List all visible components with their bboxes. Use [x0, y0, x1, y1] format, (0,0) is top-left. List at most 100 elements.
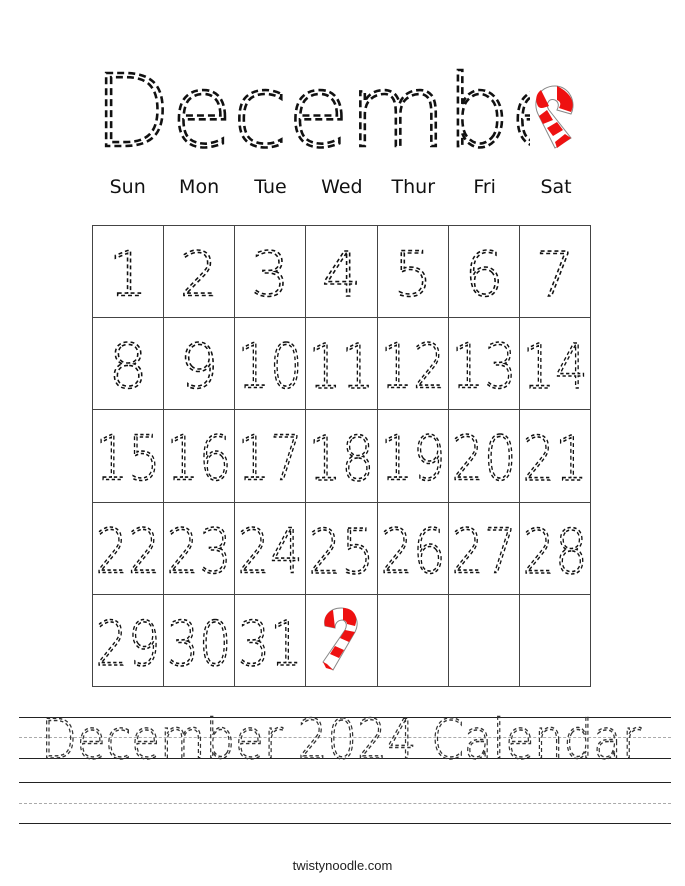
day-number-text: 23 — [166, 516, 231, 587]
calendar-day-cell: 7 — [518, 224, 592, 319]
page-title-text: December — [94, 62, 530, 162]
day-number-text: 13 — [451, 332, 516, 403]
weekday-label: Sun — [109, 176, 146, 198]
day-number: 24 — [235, 503, 305, 594]
calendar-day-cell: 13 — [447, 317, 520, 411]
day-number: 1 — [93, 226, 163, 317]
writing-line-top — [19, 782, 671, 783]
calendar-day-cell: 23 — [163, 501, 236, 595]
calendar-day-cell: 18 — [305, 409, 378, 503]
calendar-week-row: 8 9 10 11 12 13 14 — [91, 317, 592, 411]
day-number: 9 — [164, 318, 234, 409]
calendar-day-cell — [305, 593, 378, 688]
calendar-day-cell: 19 — [376, 409, 449, 503]
calendar-day-cell: 11 — [305, 317, 378, 411]
day-number: 11 — [306, 318, 377, 409]
day-number-text: 25 — [309, 516, 375, 588]
calendar-day-cell: 27 — [447, 501, 520, 595]
day-number: 30 — [164, 595, 234, 686]
day-number: 17 — [235, 410, 305, 501]
day-number: 3 — [235, 226, 305, 317]
writing-line-mid — [19, 803, 671, 804]
calendar-day-cell: 17 — [234, 409, 307, 503]
day-number-text: 10 — [238, 332, 303, 403]
weekday-label: Mon — [179, 176, 220, 198]
calendar-day-cell: 12 — [376, 317, 449, 411]
day-number-text: 15 — [95, 424, 160, 495]
calendar-day-cell: 25 — [305, 501, 378, 595]
calendar-day-cell: 6 — [447, 224, 520, 319]
calendar-day-cell: 30 — [163, 593, 236, 688]
day-number-text: 5 — [393, 240, 432, 311]
day-number-text: 7 — [535, 240, 574, 311]
calendar-day-cell: 3 — [234, 224, 307, 319]
day-number: 18 — [306, 410, 377, 501]
calendar-day-cell: 22 — [91, 501, 165, 595]
day-number-text: 2 — [180, 240, 219, 311]
weekday-label: Wed — [321, 176, 363, 198]
day-number: 31 — [235, 595, 305, 686]
calendar-day-cell: 24 — [234, 501, 307, 595]
weekday-label: Tue — [254, 176, 287, 198]
day-number-text: 21 — [522, 424, 587, 495]
day-number-text: 19 — [380, 424, 445, 495]
day-number: 4 — [306, 226, 377, 317]
day-number: 6 — [449, 226, 519, 317]
calendar-week-row: 1234567 — [91, 224, 592, 319]
day-number: 20 — [449, 410, 519, 501]
calendar-day-cell — [376, 593, 449, 688]
day-number-text: 20 — [451, 424, 516, 495]
day-number: 13 — [449, 318, 519, 409]
page-title: December — [90, 52, 615, 172]
calendar-grid: 1 2 3 4 5 6 7 8 9 10 11 12 13 14 15 16 17 18 19 20 21 22 23 24 2… — [91, 224, 592, 688]
calendar-day-cell: 9 — [163, 317, 236, 411]
calendar-day-cell — [518, 593, 592, 688]
day-number-text: 18 — [309, 423, 375, 495]
day-number: 2 — [164, 226, 234, 317]
calendar-day-cell: 10 — [234, 317, 307, 411]
day-number-text: 16 — [166, 424, 231, 495]
calendar-day-cell: 31 — [234, 593, 307, 688]
trace-text-content: December 2024 Calendar — [41, 712, 642, 764]
day-number: 5 — [378, 226, 448, 317]
day-number: 28 — [520, 503, 590, 594]
day-number-text: 28 — [522, 516, 587, 587]
day-number: 25 — [306, 503, 377, 594]
candy-cane-icon — [322, 607, 358, 672]
calendar-day-cell: 8 — [91, 317, 165, 411]
day-number: 23 — [164, 503, 234, 594]
day-number-text: 24 — [238, 516, 303, 587]
writing-line-base — [19, 823, 671, 824]
calendar-day-cell: 14 — [518, 317, 592, 411]
day-number: 12 — [378, 318, 448, 409]
day-number-text: 6 — [464, 240, 503, 311]
day-number: 26 — [378, 503, 448, 594]
footer-site: twistynoodle.com — [292, 858, 393, 873]
day-number-text: 12 — [380, 332, 445, 403]
day-number-text: 1 — [109, 240, 148, 311]
day-number-text: 17 — [238, 424, 303, 495]
calendar-day-cell — [447, 593, 520, 688]
calendar-day-cell: 21 — [518, 409, 592, 503]
day-number: 16 — [164, 410, 234, 501]
day-number: 19 — [378, 410, 448, 501]
calendar-week-row: 29 30 31 — [91, 593, 592, 688]
day-number-text: 11 — [309, 331, 375, 403]
calendar-day-cell: 4 — [305, 224, 378, 319]
trace-text: December 2024 Calendar — [19, 707, 671, 771]
calendar-day-cell: 20 — [447, 409, 520, 503]
day-number: 10 — [235, 318, 305, 409]
weekday-header: Sun Mon Tue Wed Thur Fri Sat — [92, 176, 592, 210]
day-number: 8 — [93, 318, 163, 409]
day-number-text: 31 — [238, 609, 303, 680]
calendar-day-cell: 5 — [376, 224, 449, 319]
day-number-text: 8 — [109, 332, 148, 403]
day-number-text: 27 — [451, 516, 516, 587]
calendar-day-cell: 26 — [376, 501, 449, 595]
day-number: 22 — [93, 503, 163, 594]
day-number-text: 26 — [380, 516, 445, 587]
day-number: 14 — [520, 318, 590, 409]
calendar-week-row: 22 23 24 25 26 27 28 — [91, 501, 592, 595]
day-number: 21 — [520, 410, 590, 501]
day-number-text: 9 — [180, 332, 219, 403]
